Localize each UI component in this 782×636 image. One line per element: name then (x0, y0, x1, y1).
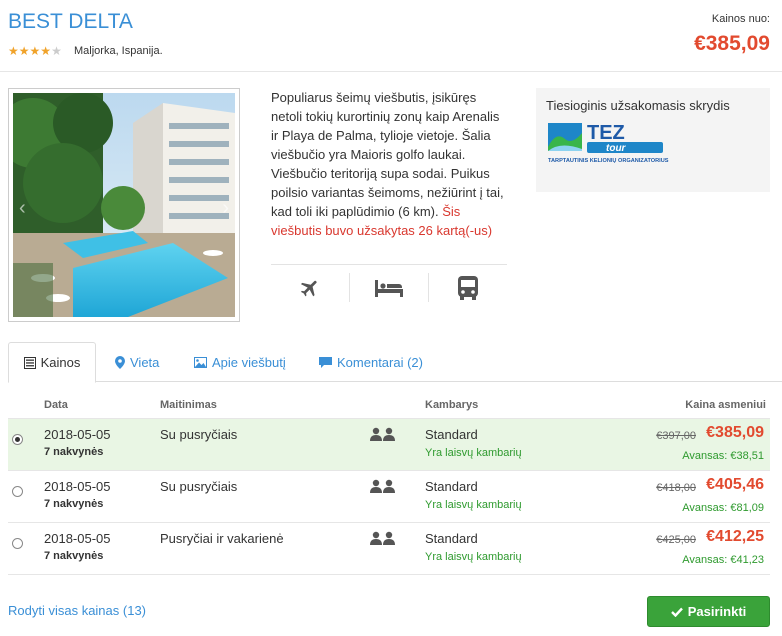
tab-location-label: Vieta (130, 354, 160, 370)
select-button-label: Pasirinkti (687, 604, 747, 619)
tab-location[interactable]: Vieta (115, 342, 159, 382)
hotel-photo[interactable]: ‹ › (8, 88, 240, 322)
image-icon (194, 356, 207, 368)
row-date: 2018-05-05 (44, 531, 111, 546)
row-availability: Yra laisvų kambarių (425, 447, 522, 459)
amenity-accommodation (349, 273, 428, 302)
chevron-left-icon[interactable]: ‹ (19, 197, 26, 220)
row-room: Standard (425, 531, 478, 546)
row-nights: 7 nakvynės (44, 550, 104, 562)
row-radio[interactable] (12, 538, 23, 549)
star-icon: ★ (18, 44, 30, 58)
star-icon: ★ (40, 44, 52, 58)
header-date: Data (44, 399, 68, 411)
persons-icon (370, 531, 396, 548)
header-price: Kaina asmeniui (685, 399, 766, 411)
flight-info-title: Tiesioginis užsakomasis skrydis (546, 98, 730, 113)
header-room: Kambarys (425, 399, 479, 411)
row-nights: 7 nakvynės (44, 498, 104, 510)
price-from: €385,09 (694, 32, 770, 55)
table-row[interactable]: 2018-05-05 7 nakvynės Su pusryčiais Stan… (8, 418, 770, 470)
map-marker-icon (115, 355, 125, 369)
row-meal: Su pusryčiais (160, 427, 238, 442)
tez-logo-subtitle: TARPTAUTINIS KELIONIŲ ORGANIZATORIUS (548, 158, 669, 164)
tez-tour-logo-image: TEZ tour TARPTAUTINIS KELIONIŲ ORGANIZAT… (548, 122, 669, 164)
star-icon: ★ (29, 44, 41, 58)
plane-icon (300, 280, 317, 296)
hotel-name[interactable]: BEST DELTA (8, 10, 133, 34)
row-radio[interactable] (12, 434, 23, 445)
amenities-bar (271, 264, 507, 310)
star-icon: ★ (8, 44, 19, 58)
tez-tour-logo: TEZ tour TARPTAUTINIS KELIONIŲ ORGANIZAT… (546, 119, 760, 168)
row-date: 2018-05-05 (44, 427, 111, 442)
svg-text:tour: tour (606, 143, 627, 154)
row-nights: 7 nakvynės (44, 446, 104, 458)
description-text: Populiarus šeimų viešbutis, įsikūręs net… (271, 90, 504, 219)
amenity-flight (271, 265, 349, 310)
row-old-price: €418,00 (656, 482, 696, 494)
tab-prices-label: Kainos (40, 355, 81, 370)
table-row[interactable]: 2018-05-05 7 nakvynės Su pusryčiais Stan… (8, 470, 770, 522)
amenity-transfer (428, 273, 507, 302)
tab-about[interactable]: Apie viešbutį (194, 342, 286, 382)
show-all-prices-link[interactable]: Rodyti visas kainas (13) (8, 603, 146, 618)
tab-about-label: Apie viešbutį (212, 354, 286, 370)
hotel-description: Populiarus šeimų viešbutis, įsikūręs net… (271, 88, 507, 240)
persons-icon (370, 427, 396, 444)
tab-comments-label: Komentarai (2) (337, 354, 423, 370)
hotel-photo-drawing (13, 93, 235, 317)
star-rating: ★★★★★ (8, 44, 62, 58)
comment-icon (319, 356, 332, 368)
row-room: Standard (425, 479, 478, 494)
tez-logo-text: TEZ (587, 122, 625, 144)
row-meal: Su pusryčiais (160, 479, 238, 494)
row-deposit: Avansas: €38,51 (682, 450, 764, 462)
row-date: 2018-05-05 (44, 479, 111, 494)
row-meal: Pusryčiai ir vakarienė (160, 531, 284, 546)
header-meal: Maitinimas (160, 399, 217, 411)
check-icon (670, 607, 683, 617)
row-availability: Yra laisvų kambarių (425, 499, 522, 511)
hotel-location: Maljorka, Ispanija. (74, 45, 163, 57)
chevron-right-icon[interactable]: › (222, 197, 229, 220)
tab-bar: Kainos Vieta Apie viešbutį Komentarai (2… (8, 342, 782, 383)
tab-prices[interactable]: Kainos (8, 342, 96, 383)
bed-icon (375, 279, 403, 297)
row-old-price: €425,00 (656, 534, 696, 546)
row-availability: Yra laisvų kambarių (425, 551, 522, 563)
bus-icon (458, 275, 478, 300)
row-old-price: €397,00 (656, 430, 696, 442)
star-empty-icon: ★ (51, 44, 62, 58)
table-row[interactable]: 2018-05-05 7 nakvynės Pusryčiai ir vakar… (8, 522, 770, 575)
row-price: €385,09 (706, 424, 764, 441)
row-price: €405,46 (706, 476, 764, 493)
row-room: Standard (425, 427, 478, 442)
hotel-photo-image: ‹ › (13, 93, 235, 317)
row-deposit: Avansas: €81,09 (682, 502, 764, 514)
persons-icon (370, 479, 396, 496)
list-icon (23, 356, 36, 369)
flight-info-box: Tiesioginis užsakomasis skrydis TEZ tour… (536, 88, 770, 192)
tab-comments[interactable]: Komentarai (2) (319, 342, 423, 382)
select-button[interactable]: Pasirinkti (647, 596, 770, 627)
row-deposit: Avansas: €41,23 (682, 554, 764, 566)
price-label: Kainos nuo: (711, 13, 770, 25)
row-price: €412,25 (706, 528, 764, 545)
row-radio[interactable] (12, 486, 23, 497)
divider (0, 71, 782, 72)
